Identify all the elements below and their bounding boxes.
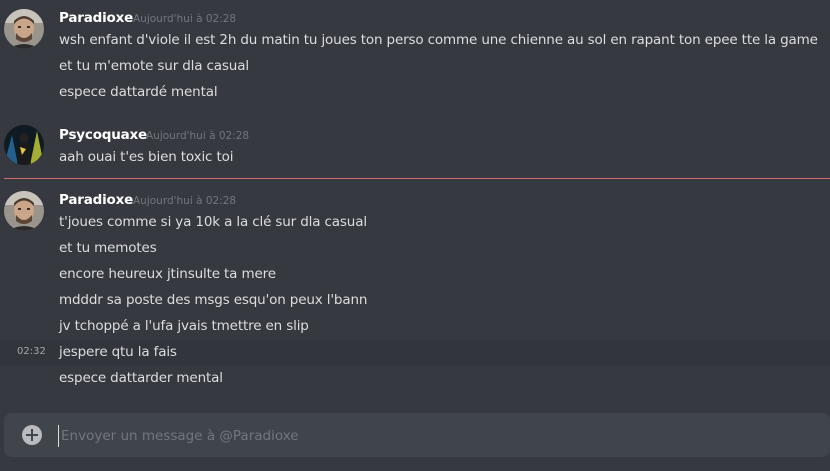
message-author[interactable]: Paradioxe [59,10,133,26]
message-line: espece dattarder mental [59,370,223,386]
message-line: t'joues comme si ya 10k a la clé sur dla… [59,214,367,230]
message-timestamp: Aujourd'hui à 02:28 [133,13,237,25]
message-line: espece dattardé mental [59,84,218,100]
message-composer [4,413,830,457]
message-timestamp: Aujourd'hui à 02:28 [133,195,237,207]
message-timestamp: Aujourd'hui à 02:28 [146,130,250,142]
message-line: mdddr sa poste des msgs esqu'on peux l'b… [59,292,368,308]
message-author[interactable]: Psycoquaxe [59,127,147,143]
hover-timestamp: 02:32 [17,346,46,357]
message-line: aah ouai t'es bien toxic toi [59,149,234,165]
message-line: et tu m'emote sur dla casual [59,58,249,74]
message-author[interactable]: Paradioxe [59,192,133,208]
message-line: et tu memotes [59,240,157,256]
chat-view: Paradioxe Aujourd'hui à 02:28 wsh enfant… [0,0,830,471]
message-line: encore heureux jtinsulte ta mere [59,266,276,282]
paradioxe-avatar[interactable] [4,191,44,231]
message-line: wsh enfant d'viole il est 2h du matin tu… [59,32,818,48]
message-line: jv tchoppé a l'ufa jvais tmettre en slip [59,318,309,334]
psycoquaxe-avatar[interactable] [4,125,44,165]
plus-circle-icon[interactable] [22,425,42,445]
message-line: jespere qtu la fais [59,344,177,360]
new-messages-divider [4,178,830,179]
message-input[interactable] [58,425,798,447]
paradioxe-avatar[interactable] [4,9,44,49]
